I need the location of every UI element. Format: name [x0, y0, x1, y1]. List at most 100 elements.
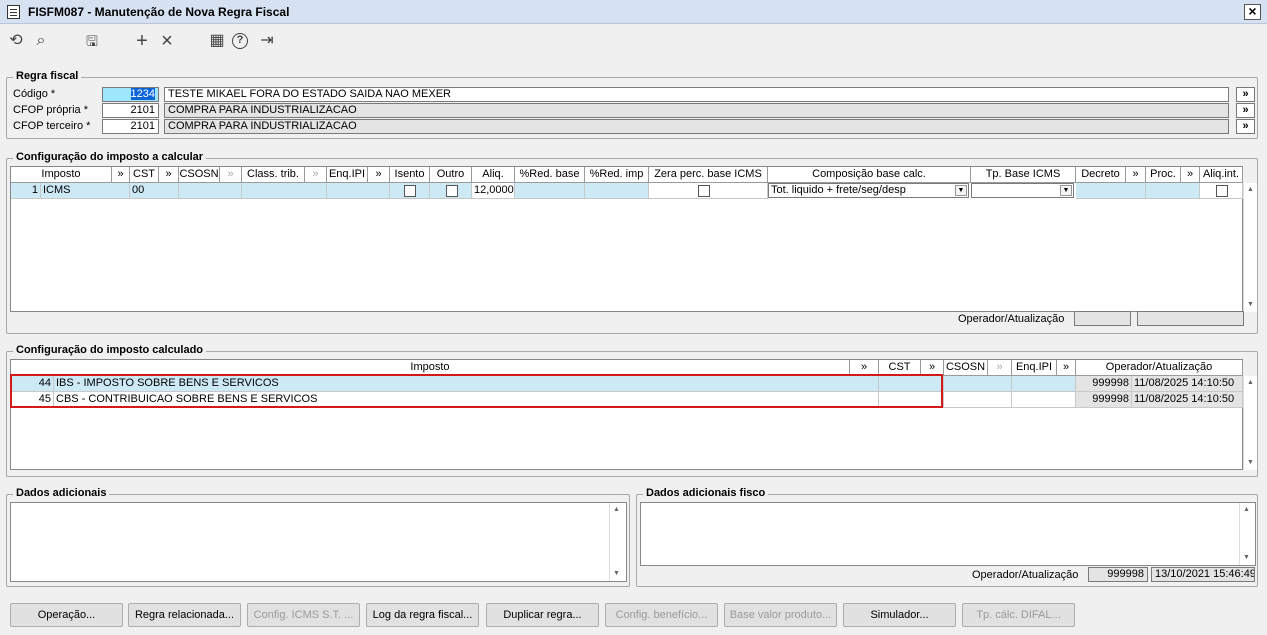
add-icon[interactable]: +: [132, 31, 152, 51]
log-regra-button[interactable]: Log da regra fiscal...: [366, 603, 479, 627]
row-red-base[interactable]: [515, 183, 585, 199]
col-aliq-int[interactable]: Aliq.int.: [1200, 167, 1243, 183]
row-red-imp[interactable]: [585, 183, 649, 199]
outro-checkbox[interactable]: [446, 185, 458, 197]
cfop-propria-input[interactable]: 2101: [102, 103, 159, 118]
scroll-up-icon[interactable]: ▲: [610, 503, 623, 517]
fisco-operador-label: Operador/Atualização: [972, 569, 1079, 581]
row-csosn[interactable]: [179, 183, 242, 199]
aliq-int-checkbox[interactable]: [1216, 185, 1228, 197]
exit-icon[interactable]: ⇥: [257, 31, 277, 51]
help-icon[interactable]: ?: [232, 33, 248, 49]
scroll-up-icon[interactable]: ▲: [1240, 503, 1253, 517]
scroll-down-icon[interactable]: ▼: [1240, 551, 1253, 565]
col-proc-lookup[interactable]: »: [1181, 167, 1200, 183]
col-proc[interactable]: Proc.: [1146, 167, 1181, 183]
close-button[interactable]: ×: [1244, 4, 1261, 20]
row-csosn[interactable]: [944, 392, 1012, 408]
search-icon[interactable]: ⌕: [31, 31, 51, 51]
row-class-trib[interactable]: [242, 183, 327, 199]
cfop-propria-lookup-button[interactable]: »: [1236, 103, 1255, 118]
calendar-icon[interactable]: ▦: [207, 31, 227, 51]
dados-fisco-textarea[interactable]: [640, 502, 1256, 566]
row-decreto[interactable]: [1076, 183, 1146, 199]
col-csosn[interactable]: CSOSN: [944, 360, 988, 376]
codigo-lookup-button[interactable]: »: [1236, 87, 1255, 102]
col-outro[interactable]: Outro: [430, 167, 472, 183]
codigo-input[interactable]: 1234: [102, 87, 159, 102]
calc-operador-field: [1074, 311, 1131, 326]
cfop-propria-label: CFOP própria *: [13, 104, 88, 116]
row-cst[interactable]: 00: [130, 183, 179, 199]
cfop-terceiro-input[interactable]: 2101: [102, 119, 159, 134]
row-operador: 999998: [1076, 392, 1132, 408]
col-imposto-lookup[interactable]: »: [112, 167, 130, 183]
tp-base-select[interactable]: ▼: [971, 183, 1074, 198]
row-imposto[interactable]: ICMS: [41, 183, 130, 199]
scroll-up-icon[interactable]: ▲: [1244, 183, 1257, 197]
col-red-base[interactable]: %Red. base: [515, 167, 585, 183]
col-enq-ipi[interactable]: Enq.IPI: [327, 167, 368, 183]
row-enq-ipi[interactable]: [1012, 392, 1076, 408]
tp-calc-difal-button[interactable]: Tp. cálc. DIFAL...: [962, 603, 1075, 627]
remove-icon[interactable]: ×: [157, 31, 177, 51]
col-isento[interactable]: Isento: [390, 167, 430, 183]
col-operador[interactable]: Operador/Atualização: [1076, 360, 1243, 376]
col-enq-ipi-lookup[interactable]: »: [368, 167, 390, 183]
row-enq-ipi[interactable]: [1012, 376, 1076, 392]
zera-checkbox[interactable]: [698, 185, 710, 197]
col-decreto[interactable]: Decreto: [1076, 167, 1126, 183]
dados-fisco-scrollbar[interactable]: ▲ ▼: [1239, 503, 1253, 565]
col-decreto-lookup[interactable]: »: [1126, 167, 1146, 183]
col-red-imp[interactable]: %Red. imp: [585, 167, 649, 183]
fisco-operador-field: 999998: [1088, 567, 1148, 582]
row-operador: 999998: [1076, 376, 1132, 392]
operacao-button[interactable]: Operação...: [10, 603, 123, 627]
col-composicao[interactable]: Composição base calc.: [768, 167, 971, 183]
col-zera-perc[interactable]: Zera perc. base ICMS: [649, 167, 768, 183]
col-enq-ipi[interactable]: Enq.IPI: [1012, 360, 1057, 376]
regra-fiscal-legend: Regra fiscal: [13, 70, 82, 82]
calc-data-field: [1137, 311, 1244, 326]
calculado-scrollbar[interactable]: ▲ ▼: [1243, 376, 1257, 470]
col-class-trib[interactable]: Class. trib.: [242, 167, 305, 183]
highlight-box: [10, 374, 943, 408]
config-icms-st-button[interactable]: Config. ICMS S.T. ...: [247, 603, 360, 627]
codigo-label: Código *: [13, 88, 56, 100]
row-csosn[interactable]: [944, 376, 1012, 392]
scroll-up-icon[interactable]: ▲: [1244, 376, 1257, 390]
row-data: 11/08/2025 14:10:50: [1132, 376, 1243, 392]
base-valor-produto-button[interactable]: Base valor produto...: [724, 603, 837, 627]
col-aliq[interactable]: Aliq.: [472, 167, 515, 183]
dados-scrollbar[interactable]: ▲ ▼: [609, 503, 623, 581]
row-data: 11/08/2025 14:10:50: [1132, 392, 1243, 408]
row-proc[interactable]: [1146, 183, 1200, 199]
imposto-calcular-legend: Configuração do imposto a calcular: [13, 151, 207, 163]
cfop-terceiro-label: CFOP terceiro *: [13, 120, 91, 132]
col-cst[interactable]: CST: [130, 167, 159, 183]
col-cst-lookup[interactable]: »: [159, 167, 179, 183]
composicao-select[interactable]: Tot. liquido + frete/seg/desp ▼: [768, 183, 969, 198]
scroll-down-icon[interactable]: ▼: [1244, 298, 1257, 312]
isento-checkbox[interactable]: [404, 185, 416, 197]
chevron-down-icon: ▼: [1060, 185, 1072, 196]
duplicar-regra-button[interactable]: Duplicar regra...: [486, 603, 599, 627]
cfop-terceiro-lookup-button[interactable]: »: [1236, 119, 1255, 134]
refresh-icon[interactable]: ⟲: [6, 31, 26, 51]
row-enq-ipi[interactable]: [327, 183, 390, 199]
window-title: FISFM087 - Manutenção de Nova Regra Fisc…: [28, 5, 290, 19]
save-icon[interactable]: 🖫: [82, 31, 102, 51]
config-beneficio-button[interactable]: Config. benefício...: [605, 603, 718, 627]
simulador-button[interactable]: Simulador...: [843, 603, 956, 627]
col-imposto[interactable]: Imposto: [11, 167, 112, 183]
calc-scrollbar[interactable]: ▲ ▼: [1243, 183, 1257, 312]
col-tp-base[interactable]: Tp. Base ICMS: [971, 167, 1076, 183]
row-aliq[interactable]: 12,0000: [472, 183, 515, 199]
imposto-calcular-grid: Imposto » CST » CSOSN » Class. trib. » E…: [10, 166, 1243, 312]
scroll-down-icon[interactable]: ▼: [1244, 456, 1257, 470]
scroll-down-icon[interactable]: ▼: [610, 567, 623, 581]
dados-adicionais-textarea[interactable]: [10, 502, 627, 582]
col-enq-ipi-lookup[interactable]: »: [1057, 360, 1076, 376]
regra-relacionada-button[interactable]: Regra relacionada...: [128, 603, 241, 627]
col-csosn[interactable]: CSOSN: [179, 167, 220, 183]
